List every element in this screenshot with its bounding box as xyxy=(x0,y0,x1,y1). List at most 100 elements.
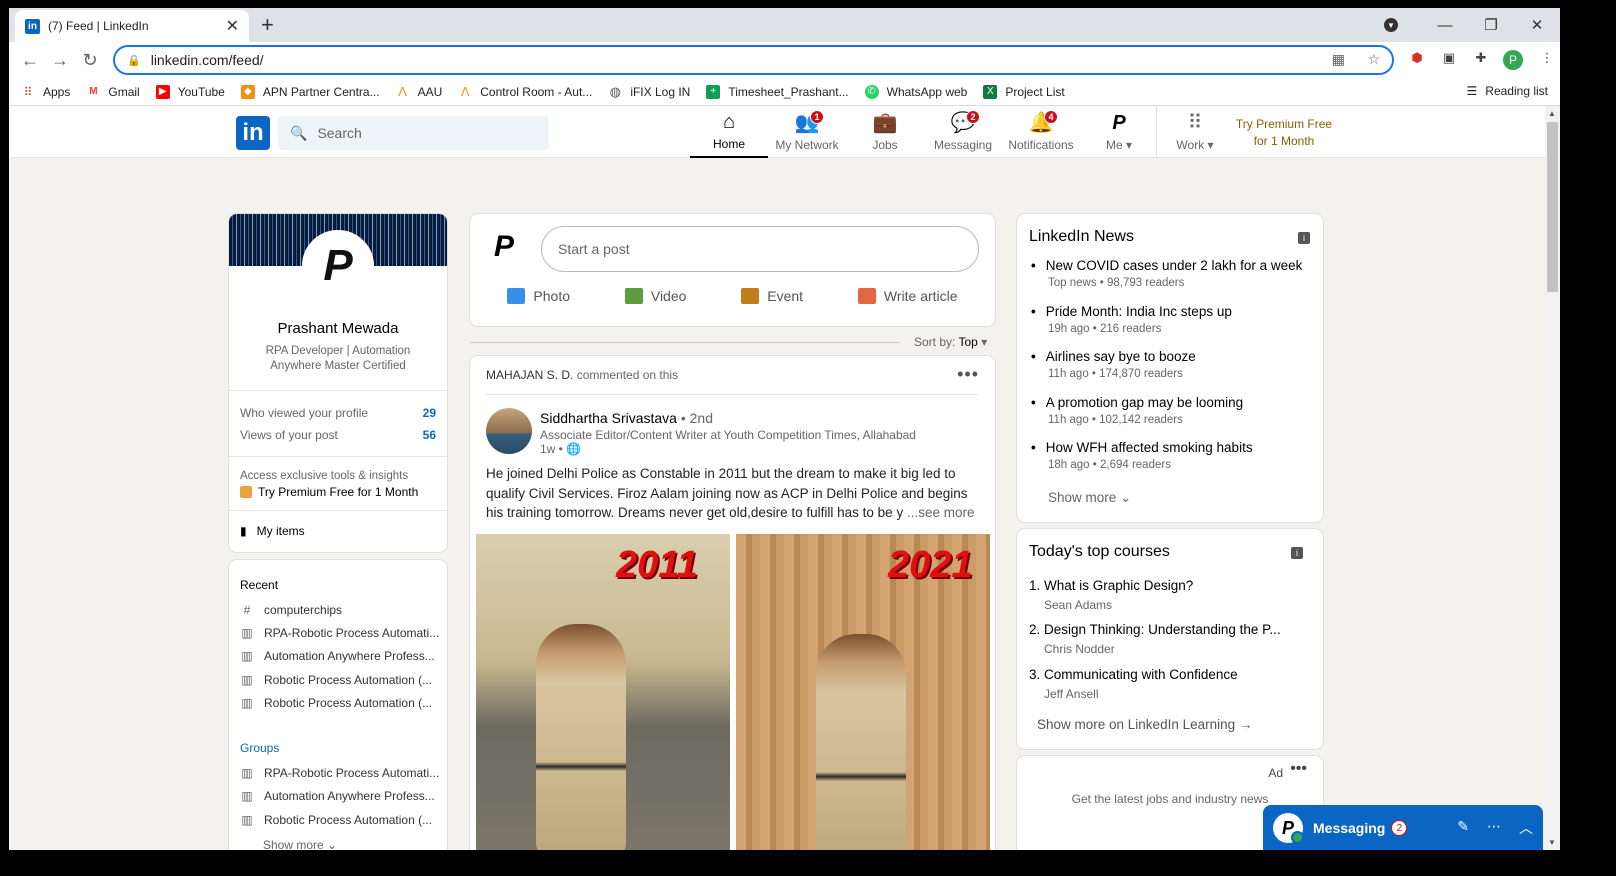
minimize-icon[interactable]: — xyxy=(1422,17,1468,34)
post-image-right[interactable]: 2021 xyxy=(736,534,990,850)
scroll-down-icon[interactable]: ▼ xyxy=(1548,838,1556,847)
bookmark-project-list[interactable]: X Project List xyxy=(983,84,1065,99)
news-show-more[interactable]: Show more ⌄ xyxy=(1048,490,1131,506)
video-button[interactable]: Video xyxy=(624,288,686,304)
close-window-icon[interactable]: ✕ xyxy=(1514,16,1560,34)
tab-search-icon[interactable]: ▼ xyxy=(1384,18,1398,32)
profile-avatar-icon[interactable]: P xyxy=(1503,50,1523,70)
groups-title[interactable]: Groups xyxy=(240,741,279,755)
restore-icon[interactable]: ❐ xyxy=(1468,16,1514,34)
person-figure xyxy=(816,634,906,850)
news-item[interactable]: Pride Month: India Inc steps up19h ago •… xyxy=(1031,304,1316,335)
recent-item[interactable]: # computerchips xyxy=(240,603,342,617)
nav-me[interactable]: P Me ▾ xyxy=(1080,106,1158,158)
browser-tab[interactable]: in (7) Feed | LinkedIn ✕ xyxy=(15,10,249,42)
extension-adblock-icon[interactable]: ⬢ xyxy=(1407,50,1427,70)
group-icon: ▥ xyxy=(241,766,253,780)
extensions-puzzle-icon[interactable]: ✚ xyxy=(1471,50,1491,70)
share-box: P Start a post Photo Video Event Write a… xyxy=(470,214,995,326)
group-item[interactable]: ▥ RPA-Robotic Process Automati... xyxy=(240,766,439,780)
author-avatar[interactable] xyxy=(486,408,532,454)
bookmark-whatsapp[interactable]: ✆ WhatsApp web xyxy=(864,84,967,99)
news-item[interactable]: How WFH affected smoking habits18h ago •… xyxy=(1031,440,1316,471)
profile-name[interactable]: Prashant Mewada xyxy=(229,320,447,337)
news-item[interactable]: Airlines say bye to booze11h ago • 174,8… xyxy=(1031,349,1316,380)
context-name[interactable]: MAHAJAN S. D. xyxy=(486,368,573,382)
news-item[interactable]: New COVID cases under 2 lakh for a weekT… xyxy=(1031,258,1316,289)
bookmark-gmail[interactable]: M Gmail xyxy=(86,85,140,99)
new-tab-icon[interactable]: + xyxy=(261,12,274,38)
nav-work[interactable]: ⠿ Work ▾ xyxy=(1156,106,1234,158)
reading-list-button[interactable]: ☰ Reading list xyxy=(1467,84,1548,98)
stat-post-views[interactable]: Views of your post 56 xyxy=(240,428,436,442)
stat-profile-views[interactable]: Who viewed your profile 29 xyxy=(240,406,436,420)
bookmark-aau[interactable]: Λ AAU xyxy=(396,84,442,99)
event-button[interactable]: Event xyxy=(741,288,803,304)
recent-item[interactable]: ▥ RPA-Robotic Process Automati... xyxy=(240,626,439,640)
bookmark-ifix[interactable]: ◍ iFIX Log IN xyxy=(608,84,691,99)
start-post-button[interactable]: Start a post xyxy=(541,226,979,272)
messaging-dock-badge: 2 xyxy=(1391,820,1408,836)
bookmark-youtube[interactable]: ▶ YouTube xyxy=(155,84,225,99)
messaging-more-icon[interactable]: ⋯ xyxy=(1487,818,1501,838)
course-item[interactable]: 2. Design Thinking: Understanding the P.… xyxy=(1029,622,1319,656)
scroll-thumb[interactable] xyxy=(1547,122,1558,292)
see-more-link[interactable]: ...see more xyxy=(907,505,975,520)
chevron-up-icon[interactable]: ︿ xyxy=(1519,818,1533,838)
chrome-menu-icon[interactable]: ⋮ xyxy=(1537,50,1557,70)
close-tab-icon[interactable]: ✕ xyxy=(226,16,239,36)
recent-item[interactable]: ▥ Robotic Process Automation (... xyxy=(240,696,432,710)
news-title: LinkedIn News xyxy=(1029,228,1134,245)
write-article-button[interactable]: Write article xyxy=(857,288,958,304)
share-avatar[interactable]: P xyxy=(494,230,514,264)
search-input[interactable]: 🔍 Search xyxy=(278,116,549,150)
recent-item[interactable]: ▥ Robotic Process Automation (... xyxy=(240,673,432,687)
lock-icon[interactable]: 🔒 xyxy=(127,54,141,67)
bookmark-star-icon[interactable]: ☆ xyxy=(1367,51,1380,67)
extension-briefcase-icon[interactable]: ▣ xyxy=(1439,50,1459,70)
post-image-left[interactable]: 2011 xyxy=(476,534,730,850)
linkedin-logo-icon[interactable]: in xyxy=(236,116,270,150)
group-item[interactable]: ▥ Automation Anywhere Profess... xyxy=(240,789,434,803)
course-item[interactable]: 1. What is Graphic Design? Sean Adams xyxy=(1029,578,1319,612)
photo-button[interactable]: Photo xyxy=(507,288,570,304)
nav-home[interactable]: ⌂ Home xyxy=(690,106,768,158)
nav-my-network[interactable]: 👥 1 My Network xyxy=(768,106,846,158)
info-icon[interactable]: i xyxy=(1298,232,1310,244)
author-name[interactable]: Siddhartha Srivastava • 2nd xyxy=(540,410,713,426)
post-menu-icon[interactable]: ••• xyxy=(957,364,979,385)
bookmark-timesheet[interactable]: + Timesheet_Prashant... xyxy=(706,84,849,99)
my-items-link[interactable]: ▮ My items xyxy=(240,524,305,538)
profile-avatar[interactable]: P xyxy=(302,230,374,302)
nav-messaging[interactable]: 💬 2 Messaging xyxy=(924,106,1002,158)
nav-notifications[interactable]: 🔔 4 Notifications xyxy=(1002,106,1080,158)
nav-jobs[interactable]: 💼 Jobs xyxy=(846,106,924,158)
recent-item[interactable]: ▥ Automation Anywhere Profess... xyxy=(240,649,434,663)
url-text[interactable]: linkedin.com/feed/ xyxy=(151,52,1314,68)
info-icon[interactable]: i xyxy=(1291,547,1303,559)
divider xyxy=(229,390,447,391)
messaging-dock[interactable]: P Messaging 2 ✎ ⋯ ︿ xyxy=(1263,805,1543,850)
course-item[interactable]: 3. Communicating with Confidence Jeff Ans… xyxy=(1029,667,1319,701)
try-premium-link[interactable]: Try Premium Free for 1 Month xyxy=(1229,116,1339,150)
sort-by-dropdown[interactable]: Sort by: Top ▾ xyxy=(914,335,987,349)
back-icon[interactable]: ← xyxy=(15,50,45,71)
ad-menu-icon[interactable]: ••• xyxy=(1290,760,1307,778)
bookmark-apn[interactable]: ◆ APN Partner Centra... xyxy=(240,84,380,99)
qr-code-icon[interactable]: ▦ xyxy=(1332,51,1345,67)
compose-icon[interactable]: ✎ xyxy=(1457,818,1469,838)
show-more-groups[interactable]: Show more ⌄ xyxy=(263,838,337,850)
author-headline: Associate Editor/Content Writer at Youth… xyxy=(540,428,916,442)
scroll-up-icon[interactable]: ▲ xyxy=(1548,109,1556,118)
bookmark-apps[interactable]: ⠿ Apps xyxy=(21,85,71,99)
forward-icon[interactable]: → xyxy=(45,50,75,71)
group-item[interactable]: ▥ Robotic Process Automation (... xyxy=(240,813,432,827)
premium-cta[interactable]: Try Premium Free for 1 Month xyxy=(240,485,418,499)
bookmark-control-room[interactable]: Λ Control Room - Aut... xyxy=(458,84,592,99)
address-bar[interactable]: 🔒 linkedin.com/feed/ ▦ ☆ xyxy=(113,45,1394,75)
page-scrollbar[interactable]: ▲ ▼ xyxy=(1545,106,1560,850)
reload-icon[interactable]: ↻ xyxy=(75,50,105,71)
news-item[interactable]: A promotion gap may be looming11h ago • … xyxy=(1031,395,1316,426)
ad-label: Ad xyxy=(1268,766,1283,780)
show-more-learning[interactable]: Show more on LinkedIn Learning → xyxy=(1037,717,1252,732)
